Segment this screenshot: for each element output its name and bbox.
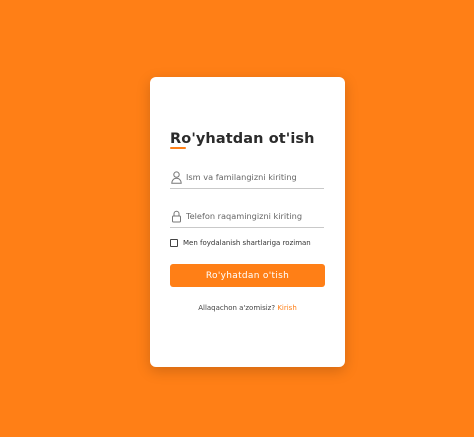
terms-checkbox[interactable] — [170, 239, 178, 247]
login-link[interactable]: Kirish — [277, 304, 296, 312]
login-prompt-row: Allaqachon a'zomisiz? Kirish — [150, 304, 345, 312]
terms-row[interactable]: Men foydalanish shartlariga roziman — [170, 237, 311, 249]
phone-field[interactable] — [170, 207, 324, 228]
terms-label: Men foydalanish shartlariga roziman — [183, 239, 311, 247]
login-prompt-text: Allaqachon a'zomisiz? — [198, 304, 276, 312]
register-button[interactable]: Ro'yhatdan o'tish — [170, 264, 325, 287]
lock-icon — [171, 208, 182, 223]
form-title: Ro'yhatdan ot'ish — [170, 131, 315, 147]
user-icon — [171, 169, 182, 184]
page-background: { "colors": { "background": "#ff7f16", "… — [0, 0, 474, 437]
phone-input[interactable] — [186, 207, 322, 225]
name-input[interactable] — [186, 168, 322, 186]
name-field[interactable] — [170, 168, 324, 189]
title-accent-underline — [170, 147, 186, 149]
registration-card: Ro'yhatdan ot'ish Men foydalanish shartl… — [150, 77, 345, 367]
